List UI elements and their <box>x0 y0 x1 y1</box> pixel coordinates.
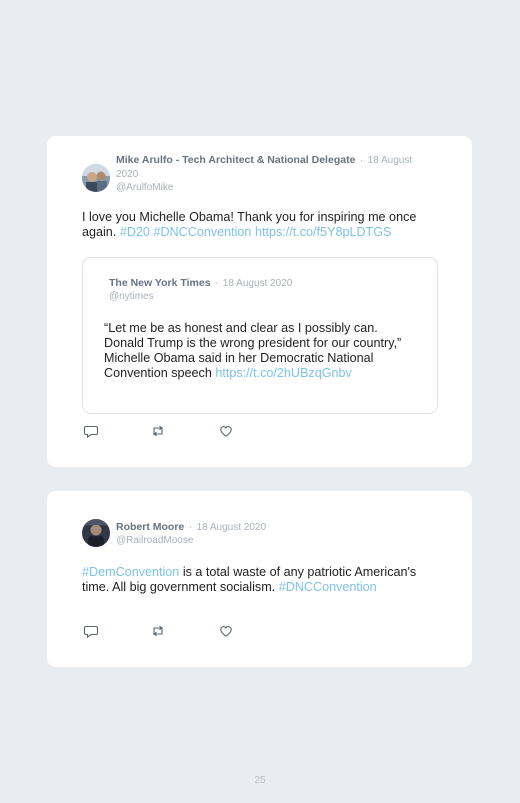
author-name[interactable]: Mike Arulfo - Tech Architect & National … <box>116 154 355 166</box>
hashtag[interactable]: #D20 <box>120 225 150 239</box>
quote-author-name[interactable]: The New York Times <box>109 277 211 289</box>
tweet-link[interactable]: https://t.co/f5Y8pLDTGS <box>255 225 392 239</box>
tweet-card: Mike Arulfo - Tech Architect & National … <box>47 136 472 467</box>
quote-header: The New York Times · 18 August 2020 @nyt… <box>109 276 292 303</box>
quote-author-handle[interactable]: @nytimes <box>109 291 292 303</box>
tweet-text: I love you Michelle Obama! Thank you for… <box>82 210 442 240</box>
author-handle[interactable]: @ArulfoMike <box>116 182 416 194</box>
heart-icon[interactable] <box>218 423 234 439</box>
heart-icon[interactable] <box>218 623 234 639</box>
retweet-icon[interactable] <box>150 423 166 439</box>
separator: · <box>359 155 364 166</box>
tweet-header: Robert Moore · 18 August 2020 @RailroadM… <box>116 520 416 547</box>
author-name[interactable]: Robert Moore <box>116 521 184 533</box>
retweet-icon[interactable] <box>150 623 166 639</box>
author-handle[interactable]: @RailroadMoose <box>116 535 416 547</box>
hashtag[interactable]: #DemConvention <box>82 565 179 579</box>
quote-link[interactable]: https://t.co/2hUBzqGnbv <box>215 366 352 380</box>
tweet-card: Robert Moore · 18 August 2020 @RailroadM… <box>47 491 472 667</box>
avatar[interactable] <box>82 164 110 192</box>
quote-text: “Let me be as honest and clear as I poss… <box>104 321 414 381</box>
tweet-text: #DemConvention is a total waste of any p… <box>82 565 444 595</box>
page-number: 25 <box>254 775 266 786</box>
separator: · <box>215 278 219 289</box>
quoted-tweet[interactable]: The New York Times · 18 August 2020 @nyt… <box>82 257 438 414</box>
separator: · <box>188 522 193 533</box>
reply-icon[interactable] <box>83 623 99 639</box>
reply-icon[interactable] <box>83 423 99 439</box>
hashtag[interactable]: #DNCConvention <box>153 225 251 239</box>
hashtag[interactable]: #DNCConvention <box>279 580 377 594</box>
tweet-date[interactable]: 18 August 2020 <box>197 522 267 533</box>
avatar[interactable] <box>82 519 110 547</box>
tweet-header: Mike Arulfo - Tech Architect & National … <box>116 153 416 194</box>
quote-date[interactable]: 18 August 2020 <box>223 278 293 289</box>
